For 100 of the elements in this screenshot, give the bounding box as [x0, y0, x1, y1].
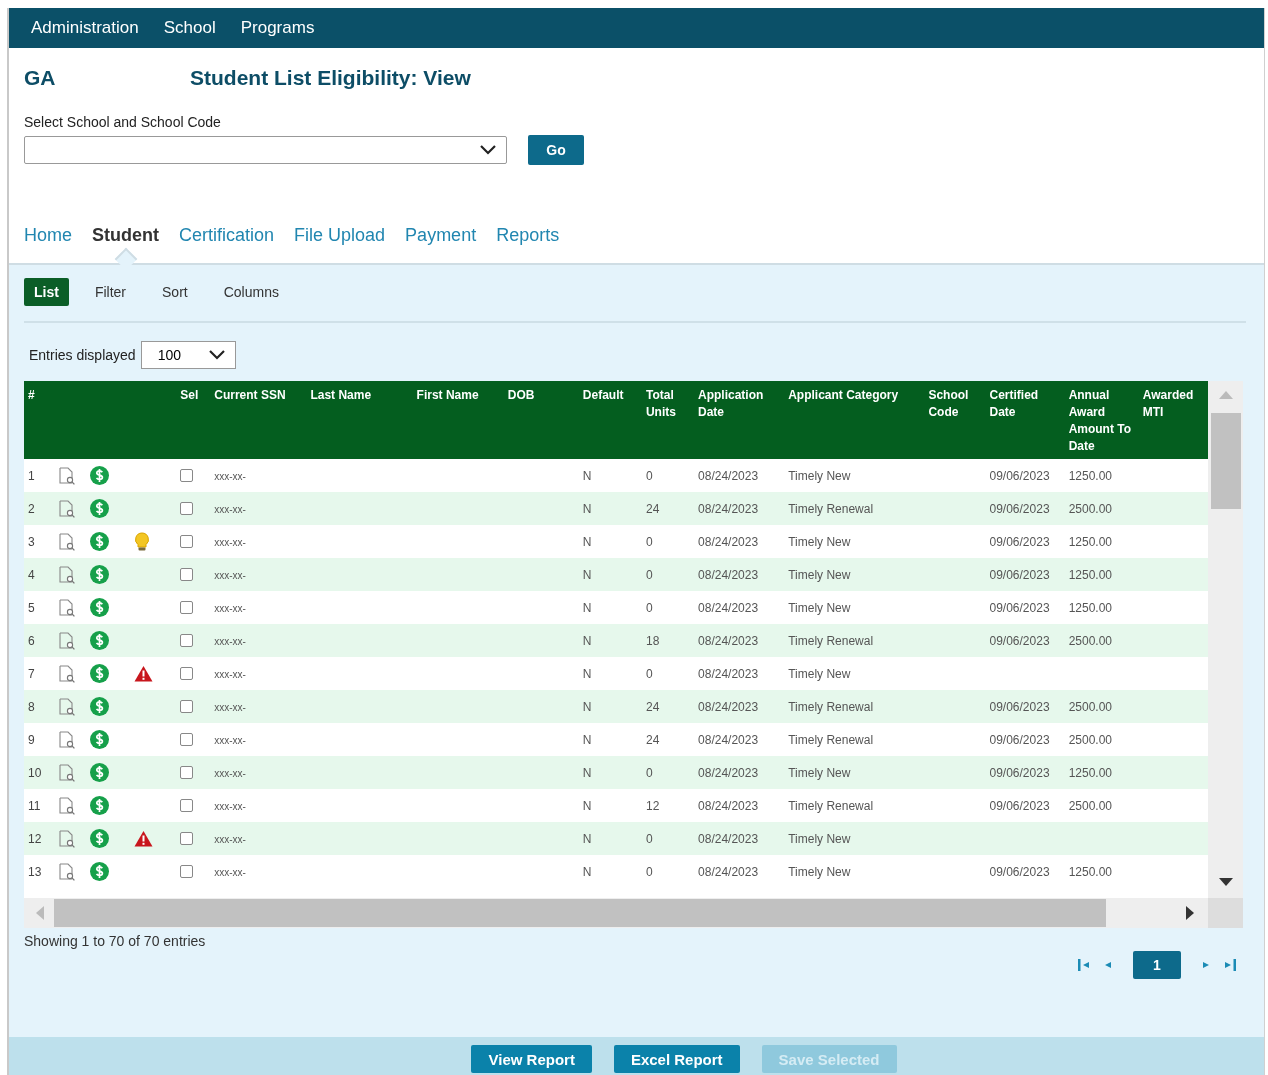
- column-header: DOB: [507, 388, 535, 402]
- table-cell: xxx-xx-: [214, 668, 246, 680]
- table-cell: xxx-xx-: [214, 833, 246, 845]
- nav-tab[interactable]: Home: [24, 225, 72, 245]
- view-tab[interactable]: Columns: [213, 278, 289, 306]
- row-number: 13: [28, 864, 42, 879]
- view-tab[interactable]: Sort: [152, 278, 198, 306]
- entries-summary: Showing 1 to 70 of 70 entries: [24, 933, 207, 949]
- row-checkbox[interactable]: [180, 601, 194, 614]
- row-number: 8: [28, 699, 35, 714]
- dollar-icon[interactable]: [90, 796, 110, 815]
- chevron-down-icon: [208, 350, 225, 360]
- column-header: Application Date: [698, 388, 764, 419]
- column-header: Applicant Category: [788, 388, 899, 402]
- document-magnifier-icon[interactable]: [58, 631, 77, 650]
- row-checkbox[interactable]: [180, 733, 194, 746]
- row-checkbox[interactable]: [180, 865, 194, 878]
- row-number: 12: [28, 831, 42, 846]
- row-checkbox[interactable]: [180, 535, 194, 548]
- dollar-icon[interactable]: [90, 499, 110, 518]
- first-page-icon[interactable]: [1077, 958, 1091, 972]
- row-checkbox[interactable]: [180, 832, 194, 845]
- table-cell: Timely New: [788, 567, 851, 582]
- table-cell: xxx-xx-: [214, 635, 246, 647]
- row-checkbox[interactable]: [180, 502, 194, 515]
- table-cell: 0: [645, 831, 653, 846]
- table-cell: 09/06/2023: [989, 567, 1050, 582]
- dollar-icon[interactable]: [90, 532, 110, 551]
- nav-tab[interactable]: Certification: [179, 225, 275, 245]
- row-checkbox[interactable]: [180, 766, 194, 779]
- nav-tab[interactable]: Reports: [496, 225, 560, 245]
- document-magnifier-icon[interactable]: [58, 697, 77, 716]
- document-magnifier-icon[interactable]: [58, 829, 77, 848]
- dollar-icon[interactable]: [90, 829, 110, 848]
- dollar-icon[interactable]: [90, 565, 110, 584]
- nav-tab[interactable]: Student: [92, 225, 159, 245]
- row-checkbox[interactable]: [180, 568, 194, 581]
- dollar-icon[interactable]: [90, 763, 110, 782]
- table-cell: N: [582, 468, 592, 483]
- document-magnifier-icon[interactable]: [58, 862, 77, 881]
- table-cell: 08/24/2023: [698, 600, 759, 615]
- dollar-icon[interactable]: [90, 697, 110, 716]
- row-number: 11: [28, 798, 41, 813]
- view-tab[interactable]: List: [24, 278, 69, 306]
- dollar-icon[interactable]: [90, 598, 110, 617]
- nav-tab[interactable]: File Upload: [294, 225, 386, 245]
- school-select[interactable]: [24, 136, 507, 164]
- dollar-icon[interactable]: [90, 862, 110, 881]
- row-checkbox[interactable]: [180, 667, 194, 680]
- report-button[interactable]: View Report: [471, 1045, 592, 1073]
- table-cell: 18: [645, 633, 660, 648]
- go-button[interactable]: Go: [528, 135, 584, 165]
- entries-select[interactable]: 100: [140, 341, 236, 369]
- row-checkbox[interactable]: [180, 799, 194, 812]
- page-button[interactable]: 1: [1133, 951, 1181, 979]
- dollar-icon[interactable]: [90, 664, 110, 683]
- table-cell: N: [582, 600, 592, 615]
- document-magnifier-icon[interactable]: [58, 664, 77, 683]
- top-menu-item[interactable]: Programs: [240, 18, 315, 38]
- table-cell: 08/24/2023: [698, 699, 759, 714]
- scrollbar-thumb[interactable]: [54, 899, 1106, 927]
- document-magnifier-icon[interactable]: [58, 763, 77, 782]
- document-magnifier-icon[interactable]: [58, 796, 77, 815]
- table-cell: 09/06/2023: [989, 732, 1050, 747]
- scroll-down-icon[interactable]: [1218, 878, 1233, 886]
- dollar-icon[interactable]: [90, 631, 110, 650]
- table-cell: xxx-xx-: [214, 767, 246, 779]
- row-checkbox[interactable]: [180, 634, 194, 647]
- document-magnifier-icon[interactable]: [58, 466, 77, 485]
- dollar-icon[interactable]: [90, 730, 110, 749]
- table-cell: 09/06/2023: [989, 600, 1050, 615]
- table-cell: 08/24/2023: [698, 765, 759, 780]
- dollar-icon[interactable]: [90, 466, 110, 485]
- document-magnifier-icon[interactable]: [58, 532, 77, 551]
- document-magnifier-icon[interactable]: [58, 565, 77, 584]
- table-cell: 2500.00: [1068, 798, 1112, 813]
- table-cell: xxx-xx-: [214, 536, 246, 548]
- table-cell: N: [582, 699, 592, 714]
- document-magnifier-icon[interactable]: [58, 598, 77, 617]
- nav-tab[interactable]: Payment: [405, 225, 477, 245]
- view-tab[interactable]: Filter: [84, 278, 136, 306]
- horizontal-scrollbar[interactable]: [24, 898, 1208, 928]
- scrollbar-thumb[interactable]: [1210, 413, 1241, 509]
- report-button[interactable]: Excel Report: [613, 1045, 740, 1073]
- table-cell: Timely Renewal: [788, 633, 874, 648]
- scroll-right-icon[interactable]: [1186, 906, 1194, 920]
- top-menu-item[interactable]: Administration: [31, 18, 139, 38]
- table-cell: N: [582, 666, 592, 681]
- document-magnifier-icon[interactable]: [58, 499, 77, 518]
- row-number: 5: [28, 600, 35, 615]
- field-label: Select School and School Code: [24, 114, 222, 130]
- last-page-icon[interactable]: [1223, 958, 1237, 972]
- document-magnifier-icon[interactable]: [58, 730, 77, 749]
- row-checkbox[interactable]: [180, 700, 194, 713]
- table-cell: 09/06/2023: [989, 699, 1050, 714]
- vertical-scrollbar[interactable]: [1208, 381, 1243, 898]
- row-checkbox[interactable]: [180, 469, 194, 482]
- table-cell: Timely New: [788, 765, 851, 780]
- top-menu-item[interactable]: School: [163, 18, 216, 38]
- table-cell: 0: [645, 600, 653, 615]
